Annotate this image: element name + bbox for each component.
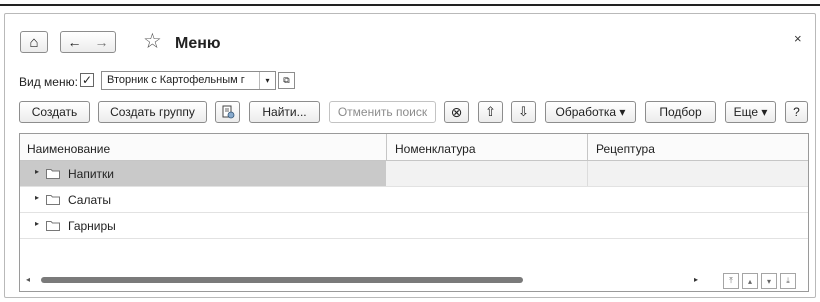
column-header-nomenclature[interactable]: Номенклатура: [395, 142, 476, 156]
scroll-left-icon[interactable]: ◂: [26, 275, 30, 284]
chevron-down-icon[interactable]: ▾: [259, 72, 275, 89]
find-button[interactable]: Найти...: [249, 101, 320, 123]
selection-button[interactable]: Подбор: [645, 101, 716, 123]
table-header: Наименование Номенклатура Рецептура: [20, 134, 808, 161]
move-down-button[interactable]: ⇩: [511, 101, 536, 123]
copy-button[interactable]: [215, 101, 240, 123]
scroll-first-icon[interactable]: ⤒: [723, 273, 739, 289]
folder-icon: [46, 221, 60, 231]
create-group-button[interactable]: Создать группу: [98, 101, 207, 123]
cancel-search-button[interactable]: Отменить поиск: [329, 101, 436, 123]
row-name: Напитки: [68, 167, 114, 181]
folder-icon: [46, 169, 60, 179]
menu-type-checkbox[interactable]: ✓: [80, 73, 94, 87]
clear-icon: ⊗: [450, 103, 463, 120]
star-icon[interactable]: ☆: [143, 29, 162, 54]
expand-arrow-icon[interactable]: ▸: [35, 219, 39, 228]
home-button[interactable]: ⌂: [20, 31, 48, 53]
table-row[interactable]: ▸ Гарниры: [20, 213, 808, 239]
column-divider: [587, 134, 588, 160]
more-menu-button[interactable]: Еще ▾: [725, 101, 776, 123]
row-highlight: [386, 161, 808, 186]
scroll-thumb[interactable]: [41, 277, 523, 283]
expand-arrow-icon[interactable]: ▸: [35, 167, 39, 176]
close-icon[interactable]: ×: [794, 31, 802, 46]
menu-table: Наименование Номенклатура Рецептура ▸ На…: [19, 133, 809, 292]
folder-icon: [46, 195, 60, 205]
arrow-up-icon: ⇧: [485, 104, 496, 119]
open-value-icon[interactable]: ⧉: [278, 72, 295, 89]
copy-document-icon: [222, 105, 234, 119]
column-header-name[interactable]: Наименование: [27, 142, 110, 156]
column-divider: [587, 161, 588, 186]
history-nav[interactable]: ← →: [60, 31, 116, 53]
menu-type-select[interactable]: Вторник с Картофельным г ▾: [101, 71, 276, 90]
help-button[interactable]: ?: [785, 101, 808, 123]
table-row[interactable]: ▸ Салаты: [20, 187, 808, 213]
scroll-last-icon[interactable]: ⤓: [780, 273, 796, 289]
expand-arrow-icon[interactable]: ▸: [35, 193, 39, 202]
scroll-down-icon[interactable]: ▾: [761, 273, 777, 289]
column-divider: [386, 134, 387, 160]
column-header-recipe[interactable]: Рецептура: [596, 142, 655, 156]
clear-filter-button[interactable]: ⊗: [444, 101, 469, 123]
top-divider: [0, 4, 820, 6]
create-button[interactable]: Создать: [19, 101, 90, 123]
scroll-up-icon[interactable]: ▴: [742, 273, 758, 289]
table-row[interactable]: ▸ Напитки: [20, 161, 808, 187]
menu-type-value: Вторник с Картофельным г: [107, 74, 245, 86]
horizontal-scrollbar[interactable]: ◂ ▸ ⤒ ▴ ▾ ⤓: [20, 271, 808, 291]
row-name: Салаты: [68, 193, 112, 207]
home-icon: ⌂: [29, 33, 39, 51]
menu-type-label: Вид меню:: [19, 75, 78, 89]
processing-menu-button[interactable]: Обработка ▾: [545, 101, 636, 123]
forward-arrow-icon[interactable]: →: [95, 34, 109, 50]
page-title: Меню: [175, 35, 221, 52]
scroll-right-icon[interactable]: ▸: [694, 275, 698, 284]
back-arrow-icon[interactable]: ←: [68, 34, 82, 50]
row-name: Гарниры: [68, 219, 116, 233]
arrow-down-icon: ⇩: [518, 104, 529, 119]
move-up-button[interactable]: ⇧: [478, 101, 503, 123]
